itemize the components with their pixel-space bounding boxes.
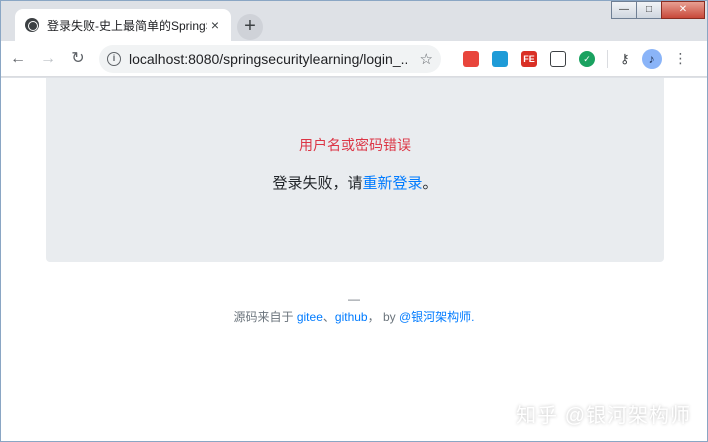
url-text[interactable]: localhost:8080/springsecuritylearning/lo… [129,51,407,67]
page-viewport: 用户名或密码错误 登录失败，请重新登录。 — 源码来自于 gitee、githu… [1,78,707,441]
github-link[interactable]: github [335,310,368,324]
error-message: 用户名或密码错误 [299,137,411,153]
login-fail-text: 登录失败，请重新登录。 [46,172,664,193]
reload-button[interactable]: ↻ [65,46,91,72]
address-bar[interactable]: i localhost:8080/springsecuritylearning/… [99,44,441,73]
login-fail-suffix: 。 [422,175,438,192]
key-icon[interactable]: ⚷ [620,51,630,67]
info-icon[interactable]: i [107,51,121,66]
toolbar-divider [607,49,608,68]
footer-dash: — [348,292,360,306]
profile-avatar[interactable]: ♪ [641,48,662,69]
extension-check-icon[interactable]: ✓ [579,50,595,67]
extension-dice-icon[interactable] [463,50,479,67]
maximize-button[interactable]: □ [636,1,662,19]
extension-blue-icon[interactable] [492,50,508,67]
login-fail-prefix: 登录失败，请 [272,175,363,192]
minimize-button[interactable]: — [611,1,637,19]
browser-window: 登录失败-史上最简单的SpringSe × + — □ ✕ ← → ↻ i lo… [0,0,708,442]
gitee-link[interactable]: gitee [297,310,323,324]
close-window-button[interactable]: ✕ [661,1,705,19]
extension-fe-icon[interactable]: FE [521,50,537,67]
active-tab[interactable]: 登录失败-史上最简单的SpringSe × [15,9,231,41]
tab-title: 登录失败-史上最简单的SpringSe [47,18,207,33]
footer-comma: ， [367,310,380,324]
tab-close-icon[interactable]: × [207,17,223,33]
globe-icon [25,18,39,32]
zhihu-watermark: 知乎 @银河架构师 [516,405,691,427]
footer-separator: 、 [322,310,335,324]
message-panel: 用户名或密码错误 登录失败，请重新登录。 [46,78,664,262]
menu-icon[interactable]: ⋮ [674,50,688,67]
page-footer: — 源码来自于 gitee、github， by @银河架构师. [1,292,707,325]
extension-bag-icon[interactable] [550,50,566,67]
browser-toolbar: ← → ↻ i localhost:8080/springsecuritylea… [1,41,707,77]
footer-by: by [382,310,396,324]
author-link[interactable]: @银河架构师. [399,310,475,324]
forward-button[interactable]: → [35,46,61,72]
back-button[interactable]: ← [5,46,31,72]
relogin-link[interactable]: 重新登录 [362,175,422,192]
footer-source-prefix: 源码来自于 [233,310,294,324]
window-controls: — □ ✕ [611,1,705,21]
bookmark-star-icon[interactable]: ☆ [420,50,433,68]
new-tab-button[interactable]: + [237,14,263,40]
tab-strip: 登录失败-史上最简单的SpringSe × + — □ ✕ [1,1,707,41]
